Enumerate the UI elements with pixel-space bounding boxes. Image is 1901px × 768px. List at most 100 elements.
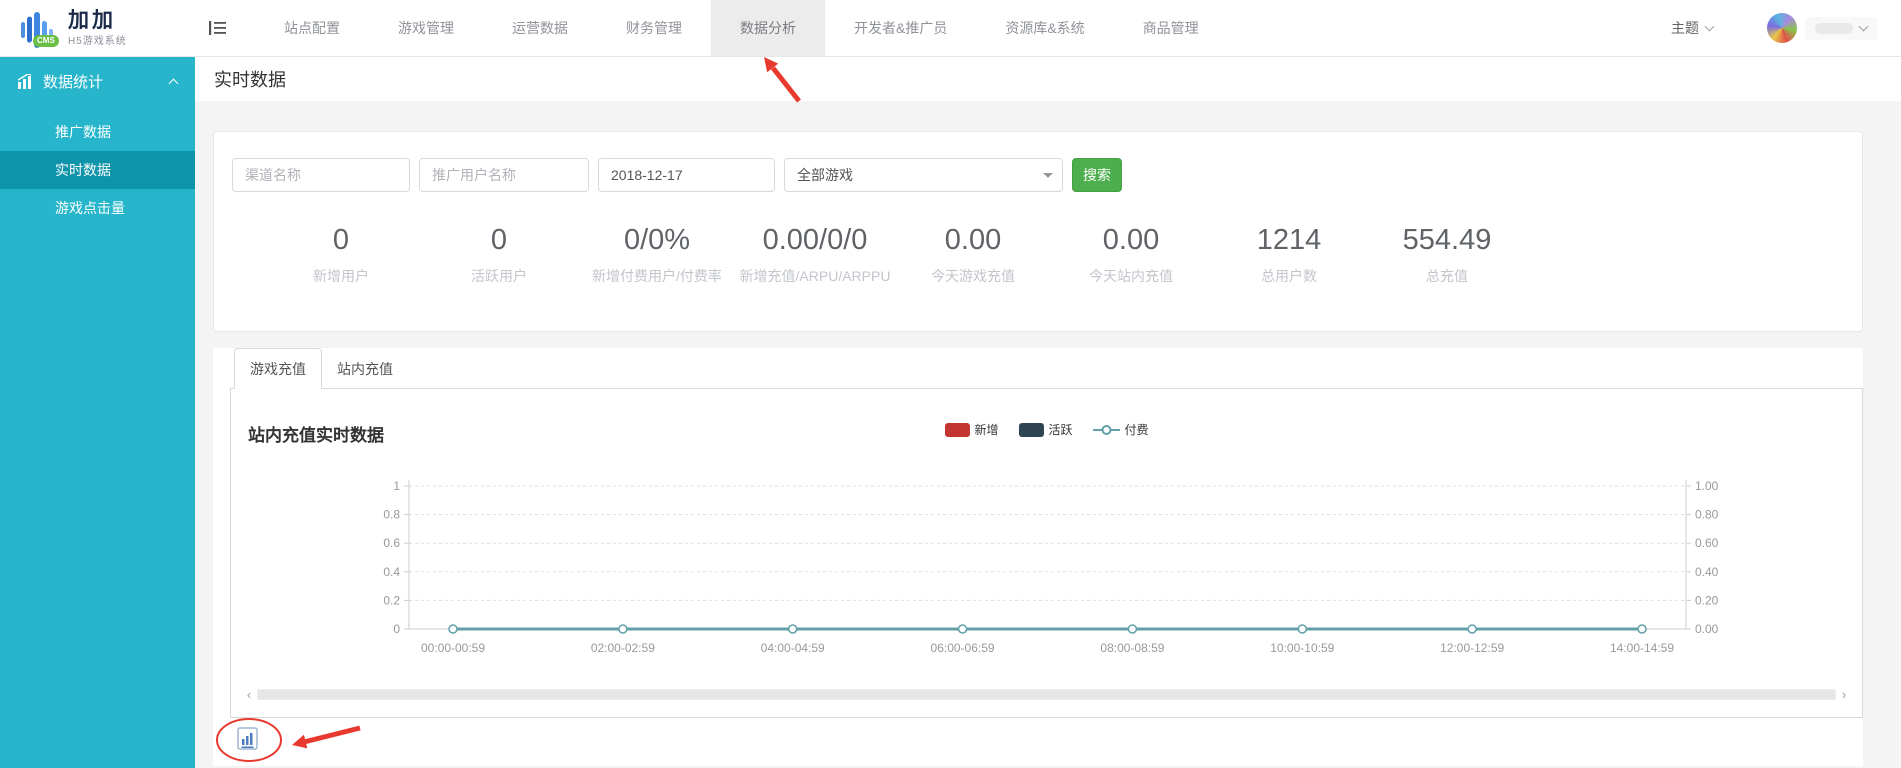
svg-text:08:00-08:59: 08:00-08:59 xyxy=(1100,641,1164,655)
app-subtitle: H5游戏系统 xyxy=(68,32,127,47)
stats-row: 0新增用户0活跃用户0/0%新增付费用户/付费率0.00/0/0新增充值/ARP… xyxy=(232,224,1862,286)
stat-label: 新增付费用户/付费率 xyxy=(578,266,736,286)
tabs: 游戏充值站内充值 xyxy=(213,348,1863,389)
user-chevron-down-icon xyxy=(1859,22,1869,32)
top-menu-item[interactable]: 商品管理 xyxy=(1114,0,1228,56)
stat-label: 今天游戏充值 xyxy=(894,266,1052,286)
tab[interactable]: 站内充值 xyxy=(322,348,408,389)
sidebar-item[interactable]: 游戏点击量 xyxy=(0,189,195,227)
stat-label: 新增充值/ARPU/ARPPU xyxy=(736,266,894,286)
stat-value: 1214 xyxy=(1210,224,1368,257)
top-menu-item[interactable]: 站点配置 xyxy=(255,0,369,56)
theme-dropdown[interactable]: 主题 xyxy=(1671,18,1713,38)
stat-label: 今天站内充值 xyxy=(1052,266,1210,286)
sidebar-group-label: 数据统计 xyxy=(43,71,163,92)
svg-text:02:00-02:59: 02:00-02:59 xyxy=(591,641,655,655)
main-content: 实时数据 全部游戏 搜索 0新增用户0活跃用户0/0%新增付费用户/付费率0.0… xyxy=(195,57,1901,768)
stat-value: 0 xyxy=(420,224,578,257)
top-menu-item[interactable]: 数据分析 xyxy=(711,0,825,56)
svg-text:1: 1 xyxy=(393,479,400,493)
top-menu-item[interactable]: 财务管理 xyxy=(597,0,711,56)
scroll-left-icon[interactable]: ‹ xyxy=(243,688,255,701)
legend-swatch xyxy=(944,423,969,437)
stat-value: 0.00 xyxy=(894,224,1052,257)
chevron-up-icon xyxy=(169,78,179,88)
logo-icon: CMS xyxy=(16,6,60,50)
line-chart: 11.000.80.800.60.600.40.400.20.2000.0000… xyxy=(231,469,1862,674)
svg-text:0.80: 0.80 xyxy=(1695,508,1719,522)
legend-label: 新增 xyxy=(974,421,998,438)
report-icon[interactable] xyxy=(235,726,260,756)
stat-label: 新增用户 xyxy=(262,266,420,286)
app-title: 加加 xyxy=(68,9,127,32)
top-menu-item[interactable]: 开发者&推广员 xyxy=(825,0,976,56)
chart-title: 站内充值实时数据 xyxy=(248,421,384,446)
top-menu: 站点配置游戏管理运营数据财务管理数据分析开发者&推广员资源库&系统商品管理 xyxy=(255,0,1228,56)
theme-label: 主题 xyxy=(1671,18,1699,38)
channel-input[interactable] xyxy=(232,158,410,192)
stat-value: 0/0% xyxy=(578,224,736,257)
top-menu-item[interactable]: 运营数据 xyxy=(483,0,597,56)
select-arrow-icon xyxy=(1043,173,1053,183)
svg-text:0.4: 0.4 xyxy=(383,565,400,579)
date-input[interactable] xyxy=(598,158,775,192)
promoter-input[interactable] xyxy=(419,158,589,192)
sidebar: 数据统计 推广数据实时数据游戏点击量 xyxy=(0,57,195,768)
scrollbar-track[interactable] xyxy=(257,689,1836,700)
scroll-right-icon[interactable]: › xyxy=(1838,688,1850,701)
stat-value: 0.00/0/0 xyxy=(736,224,894,257)
stats-icon xyxy=(18,74,34,89)
topbar: CMS 加加 H5游戏系统 站点配置游戏管理运营数据财务管理数据分析开发者&推广… xyxy=(0,0,1901,57)
avatar[interactable] xyxy=(1767,13,1797,43)
stat-cell: 1214总用户数 xyxy=(1210,224,1368,286)
stat-cell: 554.49总充值 xyxy=(1368,224,1526,286)
legend-label: 活跃 xyxy=(1048,421,1072,438)
stat-cell: 0.00 今天站内充值 xyxy=(1052,224,1210,286)
svg-text:00:00-00:59: 00:00-00:59 xyxy=(421,641,485,655)
stat-value: 0.00 xyxy=(1052,224,1210,257)
chart-panel: 站内充值实时数据 新增活跃付费 11.000.80.800.60.600.40.… xyxy=(230,388,1863,718)
svg-text:0.20: 0.20 xyxy=(1695,593,1719,607)
chart-card: 游戏充值站内充值 站内充值实时数据 新增 活跃 付费 1 1.00 0.8 0.80 0.6… xyxy=(213,348,1863,766)
svg-text:0.6: 0.6 xyxy=(383,536,400,550)
chart-scrollbar[interactable]: ‹ › xyxy=(243,687,1850,702)
legend-item[interactable]: 活跃 xyxy=(1018,421,1072,438)
stat-value: 0 xyxy=(262,224,420,257)
legend-label: 付费 xyxy=(1125,421,1149,438)
chart-legend: 新增 活跃 付费 xyxy=(934,421,1158,438)
sidebar-menu: 推广数据实时数据游戏点击量 xyxy=(0,113,195,227)
svg-text:04:00-04:59: 04:00-04:59 xyxy=(761,641,825,655)
logo: CMS 加加 H5游戏系统 xyxy=(0,0,195,56)
legend-item[interactable]: 新增 xyxy=(944,421,998,438)
game-select[interactable]: 全部游戏 xyxy=(784,158,1063,192)
top-menu-item[interactable]: 游戏管理 xyxy=(369,0,483,56)
stat-cell: 0/0% 新增付费用户/付费率 xyxy=(578,224,736,286)
search-button[interactable]: 搜索 xyxy=(1072,158,1122,192)
stat-label: 活跃用户 xyxy=(420,266,578,286)
svg-text:06:00-06:59: 06:00-06:59 xyxy=(931,641,995,655)
sidebar-group-header[interactable]: 数据统计 xyxy=(0,57,195,105)
legend-item[interactable]: 付费 xyxy=(1093,421,1149,438)
stat-cell: 0 活跃用户 xyxy=(420,224,578,286)
svg-text:1.00: 1.00 xyxy=(1695,479,1719,493)
cms-badge: CMS xyxy=(33,35,59,47)
search-form: 全部游戏 搜索 xyxy=(232,158,1862,192)
sidebar-item[interactable]: 实时数据 xyxy=(0,151,195,189)
user-menu[interactable] xyxy=(1805,17,1877,40)
legend-line-marker xyxy=(1093,424,1120,436)
sidebar-item[interactable]: 推广数据 xyxy=(0,113,195,151)
scrollbar-thumb[interactable] xyxy=(258,690,1835,699)
filter-card: 全部游戏 搜索 0新增用户0活跃用户0/0%新增付费用户/付费率0.00/0/0… xyxy=(213,131,1863,332)
svg-text:0: 0 xyxy=(393,622,400,636)
stat-label: 总充值 xyxy=(1368,266,1526,286)
content-header: 实时数据 xyxy=(195,57,1901,101)
svg-text:10:00-10:59: 10:00-10:59 xyxy=(1270,641,1334,655)
username-blurred xyxy=(1815,23,1853,34)
top-menu-item[interactable]: 资源库&系统 xyxy=(976,0,1113,56)
tab[interactable]: 游戏充值 xyxy=(234,348,322,389)
sidebar-toggle-icon[interactable] xyxy=(195,0,241,56)
game-select-value: 全部游戏 xyxy=(797,165,853,185)
svg-text:0.8: 0.8 xyxy=(383,508,400,522)
chevron-down-icon xyxy=(1705,22,1715,32)
svg-text:0.00: 0.00 xyxy=(1695,622,1719,636)
